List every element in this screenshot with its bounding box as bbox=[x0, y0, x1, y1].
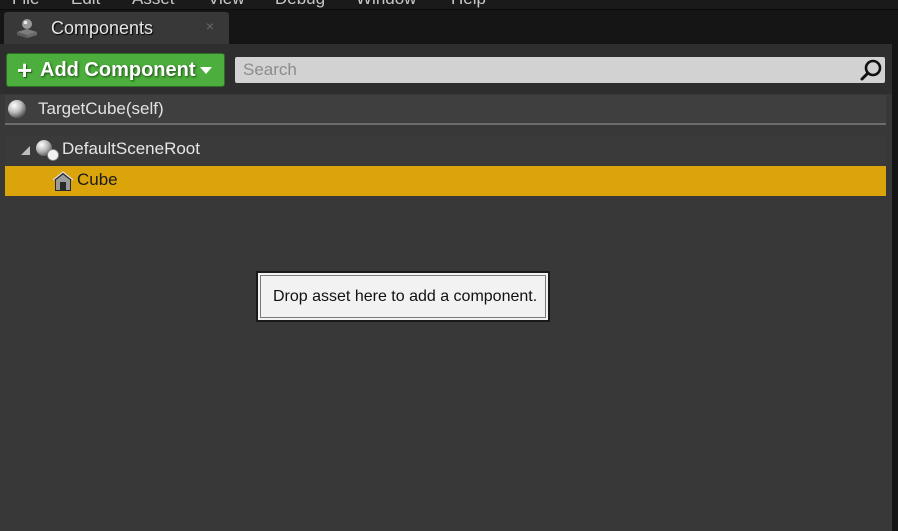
tree-row-label: DefaultSceneRoot bbox=[62, 139, 200, 158]
expand-arrow-icon[interactable] bbox=[21, 146, 30, 155]
components-icon bbox=[17, 19, 37, 38]
self-item[interactable]: TargetCube(self) bbox=[5, 95, 886, 125]
search-icon[interactable] bbox=[859, 59, 883, 81]
self-item-label: TargetCube(self) bbox=[38, 99, 164, 118]
tree-row-label: Cube bbox=[77, 170, 118, 189]
menu-view[interactable]: View bbox=[208, 0, 245, 9]
plus-icon: + bbox=[17, 55, 33, 85]
tab-strip: Components × bbox=[0, 10, 898, 44]
tree-row-default-scene-root[interactable]: DefaultSceneRoot bbox=[5, 135, 886, 165]
tab-label: Components bbox=[51, 18, 154, 38]
menu-debug[interactable]: Debug bbox=[275, 0, 325, 9]
drop-hint-tooltip: Drop asset here to add a component. bbox=[256, 271, 550, 322]
drop-hint-text: Drop asset here to add a component. bbox=[273, 288, 538, 305]
components-toolbar: + Add Component bbox=[0, 44, 892, 94]
sphere-icon bbox=[8, 100, 26, 118]
tab-components[interactable]: Components × bbox=[4, 12, 229, 44]
chevron-down-icon bbox=[200, 67, 212, 74]
tree-row-cube[interactable]: Cube bbox=[5, 166, 886, 196]
search-box bbox=[235, 57, 885, 83]
menu-file[interactable]: File bbox=[12, 0, 39, 9]
scene-root-icon bbox=[36, 140, 59, 161]
add-component-button[interactable]: + Add Component bbox=[6, 53, 225, 87]
static-mesh-icon bbox=[52, 171, 74, 191]
search-input[interactable] bbox=[235, 57, 855, 83]
menu-help[interactable]: Help bbox=[451, 0, 486, 9]
menu-window[interactable]: Window bbox=[356, 0, 416, 9]
add-component-label: Add Component bbox=[40, 59, 196, 81]
components-panel: + Add Component TargetCube(self) bbox=[0, 44, 892, 531]
close-icon[interactable]: × bbox=[203, 19, 217, 33]
menu-asset[interactable]: Asset bbox=[132, 0, 175, 9]
panel-right-edge bbox=[892, 44, 898, 531]
menu-bar: File Edit Asset View Debug Window Help bbox=[0, 0, 898, 10]
menu-edit[interactable]: Edit bbox=[71, 0, 100, 9]
